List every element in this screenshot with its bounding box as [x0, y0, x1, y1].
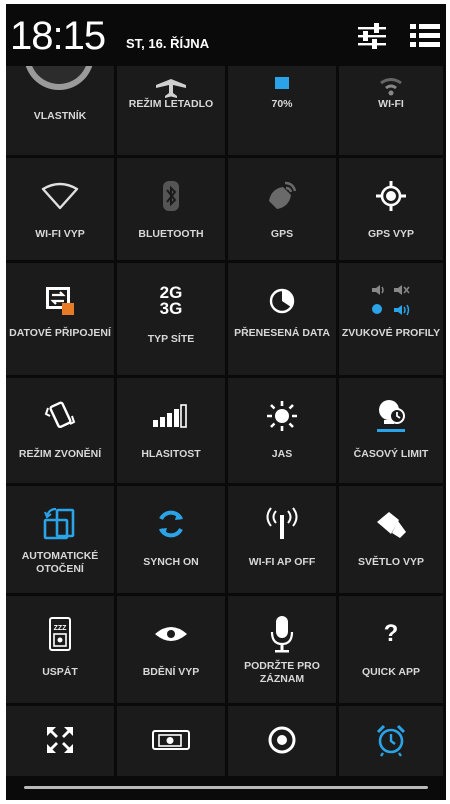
tile-label: WI-FI AP OFF — [248, 556, 316, 568]
location-icon — [339, 176, 443, 216]
flashlight-icon — [339, 504, 443, 544]
tile-data-usage[interactable]: PŘENESENÁ DATA — [228, 263, 339, 378]
tile-bluetooth[interactable]: BLUETOOTH — [117, 158, 228, 263]
tile-label: DATOVÉ PŘIPOJENÍ — [9, 327, 111, 339]
screen-timeout-icon — [339, 396, 443, 436]
date: ST, 16. ŘÍJNA — [126, 36, 210, 51]
tile-wifi-ap[interactable]: WI-FI AP OFF — [228, 486, 339, 596]
tile-owner[interactable]: VLASTNÍK — [6, 66, 117, 158]
tile-network-type[interactable]: 2G 3G TYP SÍTE — [117, 263, 228, 378]
tile-sleep[interactable]: ZZZ USPÁT — [6, 596, 117, 706]
tile-label: SYNCH ON — [143, 556, 199, 568]
expand-icon — [6, 720, 114, 760]
tile-label: BLUETOOTH — [138, 228, 204, 240]
tile-label: REŽIM ZVONĚNÍ — [18, 448, 102, 460]
tile-rotate[interactable]: AUTOMATICKÉ OTOČENÍ — [6, 486, 117, 596]
sound-profiles-icon — [339, 281, 443, 321]
tile-label: HLASITOST — [141, 448, 201, 460]
tile-label: REŽIM LETADLO — [128, 98, 214, 110]
data-transfer-icon — [6, 281, 114, 321]
tile-label: ZVUKOVÉ PROFILY — [341, 327, 441, 339]
tile-label: GPS — [270, 228, 294, 240]
tile-label: AUTOMATICKÉ OTOČENÍ — [21, 550, 99, 575]
tile-label: WI-FI — [378, 98, 404, 110]
tile-label: BDĚNÍ VYP — [142, 666, 200, 678]
tile-label: VLASTNÍK — [33, 110, 87, 122]
tile-gps-off[interactable]: GPS VYP — [339, 158, 446, 263]
tile-wifi-top[interactable]: WI-FI — [339, 66, 446, 158]
screenshot-icon — [117, 720, 225, 760]
settings-sliders-icon[interactable] — [356, 22, 388, 50]
tile-sync[interactable]: SYNCH ON — [117, 486, 228, 596]
tile-expand[interactable] — [6, 706, 117, 776]
tile-timeout[interactable]: ČASOVÝ LIMIT — [339, 378, 446, 486]
status-bar: 18:15 ST, 16. ŘÍJNA — [6, 4, 446, 66]
hotspot-icon — [228, 504, 336, 544]
alarm-icon — [339, 720, 443, 760]
tile-label: GPS VYP — [367, 228, 415, 240]
tile-label: SVĚTLO VYP — [358, 556, 424, 568]
tile-label: WI-FI VYP — [35, 228, 85, 240]
tile-record[interactable] — [228, 706, 339, 776]
bluetooth-icon — [117, 176, 225, 216]
satellite-icon — [228, 176, 336, 216]
tile-voice[interactable]: PODRŽTE PRO ZÁZNAM — [228, 596, 339, 706]
brightness-icon — [228, 396, 336, 436]
panel-bottom-bar — [6, 776, 446, 800]
wifi-icon — [6, 176, 114, 216]
tile-airplane[interactable]: REŽIM LETADLO — [117, 66, 228, 158]
rotate-icon — [6, 504, 114, 544]
tile-label: USPÁT — [42, 666, 78, 678]
svg-text:ZZZ: ZZZ — [54, 625, 68, 632]
tile-screenshot[interactable] — [117, 706, 228, 776]
tile-label: 70% — [271, 98, 293, 110]
target-icon — [228, 720, 336, 760]
tile-volume[interactable]: HLASITOST — [117, 378, 228, 486]
pie-chart-icon — [228, 281, 336, 321]
vibrate-icon — [6, 396, 114, 436]
tile-label: QUICK APP — [362, 666, 420, 678]
network-type-icon: 2G 3G — [159, 283, 183, 318]
tile-label: JAS — [271, 448, 293, 460]
notifications-list-icon[interactable] — [410, 22, 440, 50]
tile-sound-prof[interactable]: ZVUKOVÉ PROFILY — [339, 263, 446, 378]
drag-handle[interactable] — [24, 786, 428, 789]
tile-alarm[interactable] — [339, 706, 446, 776]
user-icon — [24, 66, 94, 90]
tile-wifi-off[interactable]: WI-FI VYP — [6, 158, 117, 263]
clock: 18:15 — [10, 14, 106, 58]
question-icon: ? — [383, 620, 399, 647]
sleep-phone-icon: ZZZ — [6, 614, 114, 654]
tile-label: PODRŽTE PRO ZÁZNAM — [244, 660, 320, 685]
tile-label: PŘENESENÁ DATA — [234, 327, 330, 339]
eye-icon — [117, 614, 225, 654]
tile-label: TYP SÍTE — [147, 333, 195, 345]
tile-battery[interactable]: 70% — [228, 66, 339, 158]
microphone-icon — [228, 614, 336, 654]
tile-data-conn[interactable]: DATOVÉ PŘIPOJENÍ — [6, 263, 117, 378]
tile-ring-mode[interactable]: REŽIM ZVONĚNÍ — [6, 378, 117, 486]
tile-quick-app[interactable]: ? QUICK APP — [339, 596, 446, 706]
toggle-grid: VLASTNÍK REŽIM LETADLO 70% WI-FI WI-FI VYP BL… — [6, 66, 446, 776]
tile-label: ČASOVÝ LIMIT — [353, 448, 429, 460]
tile-gps[interactable]: GPS — [228, 158, 339, 263]
tile-brightness[interactable]: JAS — [228, 378, 339, 486]
sync-icon — [117, 504, 225, 544]
volume-bars-icon — [117, 396, 225, 436]
quick-settings-panel: 18:15 ST, 16. ŘÍJNA VLASTNÍK REŽIM LETADL… — [6, 4, 446, 800]
tile-wake[interactable]: BDĚNÍ VYP — [117, 596, 228, 706]
tile-flashlight[interactable]: SVĚTLO VYP — [339, 486, 446, 596]
